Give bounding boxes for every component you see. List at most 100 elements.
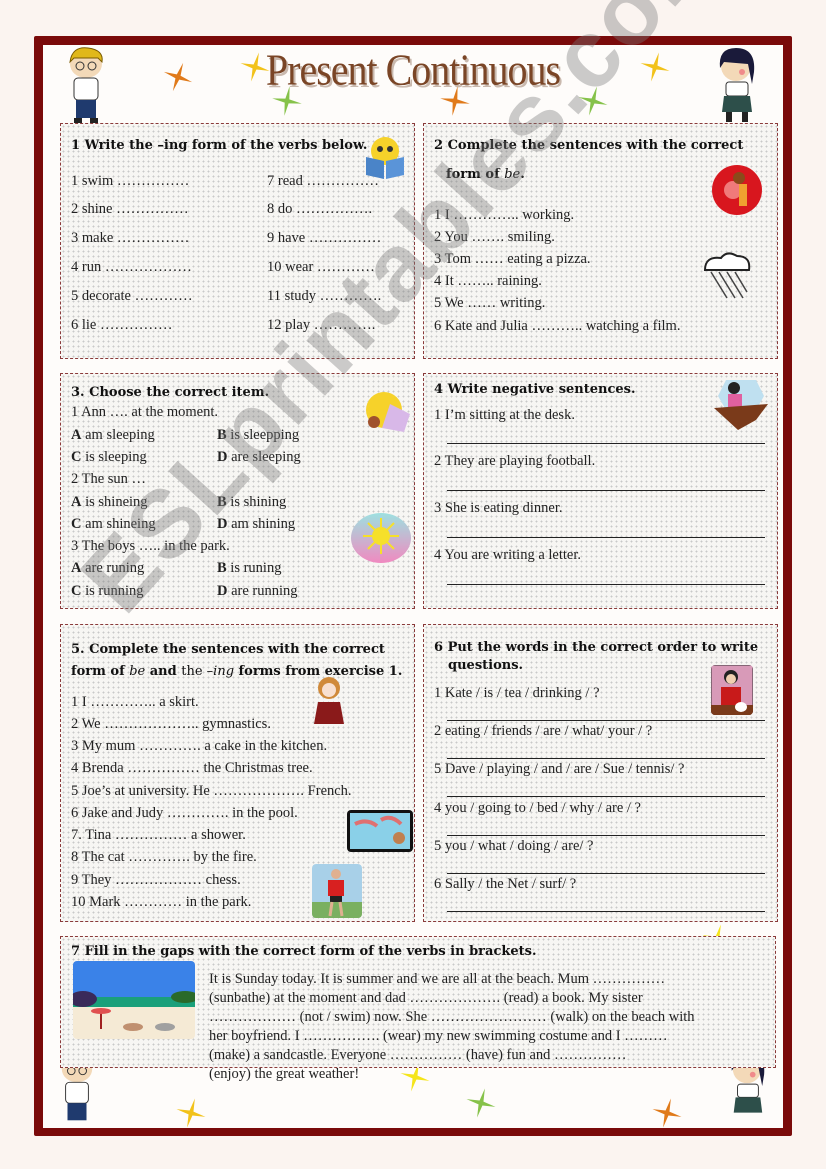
girl-at-desk-icon: [714, 380, 768, 430]
paragraph-line: (enjoy) the great weather!: [209, 1066, 360, 1082]
sentence-item: 4 You are writing a letter.: [434, 547, 581, 563]
option-a[interactable]: A am sleeping: [71, 427, 155, 444]
star-icon: [240, 52, 270, 82]
sentence-item: 9 They ……………… chess.: [71, 872, 241, 888]
sun-icon: [351, 513, 411, 563]
sentence-item: 5 Dave / playing / and / are / Sue / ten…: [434, 761, 685, 777]
star-icon: [176, 1098, 206, 1128]
question-stem: 1 Ann …. at the moment.: [71, 404, 218, 420]
verb-item: 8 do …………….: [267, 201, 373, 217]
page-title: Present Continuous: [265, 44, 561, 95]
sentence-item: 6 Kate and Julia ……….. watching a film.: [434, 318, 681, 334]
answer-line[interactable]: [447, 490, 765, 491]
star-icon: [272, 86, 302, 116]
option-c[interactable]: C is sleeping: [71, 449, 147, 466]
answer-line[interactable]: [447, 720, 765, 721]
sentence-item: 4 It …….. raining.: [434, 273, 542, 289]
beach-picture: [73, 961, 195, 1039]
answer-line[interactable]: [447, 537, 765, 538]
exercise-2-heading-line2: form of be.: [446, 167, 525, 182]
answer-line[interactable]: [447, 835, 765, 836]
sentence-item: 10 Mark ………… in the park.: [71, 894, 252, 910]
girl-cartoon-icon: [719, 48, 755, 122]
smiling-boy-icon: [712, 165, 762, 215]
verb-item: 12 play ………….: [267, 317, 376, 333]
option-c[interactable]: C is running: [71, 583, 144, 600]
sentence-item: 3 Tom …… eating a pizza.: [434, 251, 591, 267]
exercise-1-heading: 1 Write the –ing form of the verbs below…: [71, 138, 368, 153]
option-d[interactable]: D are running: [217, 583, 298, 600]
option-c[interactable]: C am shineing: [71, 516, 156, 533]
option-b[interactable]: B is sleepping: [217, 427, 299, 444]
verb-item: 6 lie ……………: [71, 317, 173, 333]
answer-line[interactable]: [447, 584, 765, 585]
star-icon: [640, 52, 670, 82]
option-d[interactable]: D are sleeping: [217, 449, 301, 466]
option-d[interactable]: D am shining: [217, 516, 295, 533]
jogging-man-icon: [312, 864, 362, 918]
answer-line[interactable]: [447, 873, 765, 874]
sentence-item: 6 Jake and Judy …………. in the pool.: [71, 805, 298, 821]
sentence-item: 5 you / what / doing / are/ ?: [434, 838, 594, 854]
verb-item: 3 make ……………: [71, 230, 190, 246]
girl-in-skirt-icon: [314, 677, 344, 724]
exercise-5-heading-line2: form of be and the –ing forms from exerc…: [71, 664, 403, 679]
option-b[interactable]: B is shining: [217, 494, 286, 511]
sentence-item: 5 Joe’s at university. He ………………. French…: [71, 783, 352, 799]
exercise-4-heading: 4 Write negative sentences.: [434, 382, 636, 397]
sentence-item: 2 You ……. smiling.: [434, 229, 555, 245]
exercise-7-paragraph: It is Sunday today. It is summer and we …: [209, 970, 769, 1084]
answer-line[interactable]: [447, 443, 765, 444]
sentence-item: 1 I’m sitting at the desk.: [434, 407, 575, 423]
exercise-6-heading: 6 Put the words in the correct order to …: [434, 640, 759, 655]
boy-cartoon-icon: [69, 47, 103, 123]
sleeping-moon-icon: [366, 392, 410, 432]
verb-item: 2 shine ……………: [71, 201, 189, 217]
sentence-item: 3 My mum …………. a cake in the kitchen.: [71, 738, 328, 754]
question-stem: 3 The boys ….. in the park.: [71, 538, 230, 554]
exercise-2-heading: 2 Complete the sentences with the correc…: [434, 138, 744, 153]
sentence-item: 2 We ……………….. gymnastics.: [71, 716, 271, 732]
verb-item: 9 have ……………: [267, 230, 382, 246]
verb-item: 11 study ………….: [267, 288, 382, 304]
answer-line[interactable]: [447, 758, 765, 759]
sentence-item: 1 I ………….. working.: [434, 207, 575, 223]
verb-item: 10 wear …………: [267, 259, 375, 275]
sentence-item: 1 Kate / is / tea / drinking / ?: [434, 685, 600, 701]
star-icon: [652, 1098, 682, 1128]
swimming-pool-icon: [347, 810, 413, 852]
exercise-7-heading: 7 Fill in the gaps with the correct form…: [71, 944, 537, 959]
rain-cloud-icon: [703, 252, 751, 299]
exercise-6-heading-line2: questions.: [448, 658, 524, 673]
answer-line[interactable]: [447, 911, 765, 912]
sentence-item: 3 She is eating dinner.: [434, 500, 563, 516]
star-icon: [440, 86, 470, 116]
verb-item: 5 decorate …………: [71, 288, 193, 304]
paragraph-line: It is Sunday today. It is summer and we …: [209, 971, 666, 987]
exercise-5-heading: 5. Complete the sentences with the corre…: [71, 642, 385, 657]
verb-item: 7 read ……………: [267, 173, 379, 189]
sentence-item: 8 The cat …………. by the fire.: [71, 849, 257, 865]
sentence-item: 7. Tina …………… a shower.: [71, 827, 246, 843]
star-icon: [466, 1088, 496, 1118]
answer-line[interactable]: [447, 796, 765, 797]
verb-item: 4 run ………………: [71, 259, 192, 275]
paragraph-line: her boyfriend. I ……………. (wear) my new sw…: [209, 1028, 668, 1044]
verb-item: 1 swim ……………: [71, 173, 190, 189]
star-icon: [163, 62, 193, 92]
sentence-item: 6 Sally / the Net / surf/ ?: [434, 876, 577, 892]
star-icon: [578, 86, 608, 116]
paragraph-line: (make) a sandcastle. Everyone …………… (hav…: [209, 1047, 627, 1063]
sentence-item: 2 eating / friends / are / what/ your / …: [434, 723, 653, 739]
sentence-item: 1 I ………….. a skirt.: [71, 694, 199, 710]
sentence-item: 5 We …… writing.: [434, 295, 546, 311]
sentence-item: 2 They are playing football.: [434, 453, 596, 469]
sentence-item: 4 Brenda …………… the Christmas tree.: [71, 760, 313, 776]
question-stem: 2 The sun …: [71, 471, 147, 487]
paragraph-line: (sunbathe) at the moment and dad ……………….…: [209, 990, 643, 1006]
option-b[interactable]: B is runing: [217, 560, 281, 577]
option-a[interactable]: A is shineing: [71, 494, 148, 511]
woman-drinking-tea-icon: [711, 665, 753, 715]
exercise-3-heading: 3. Choose the correct item.: [71, 385, 270, 400]
option-a[interactable]: A are runing: [71, 560, 144, 577]
